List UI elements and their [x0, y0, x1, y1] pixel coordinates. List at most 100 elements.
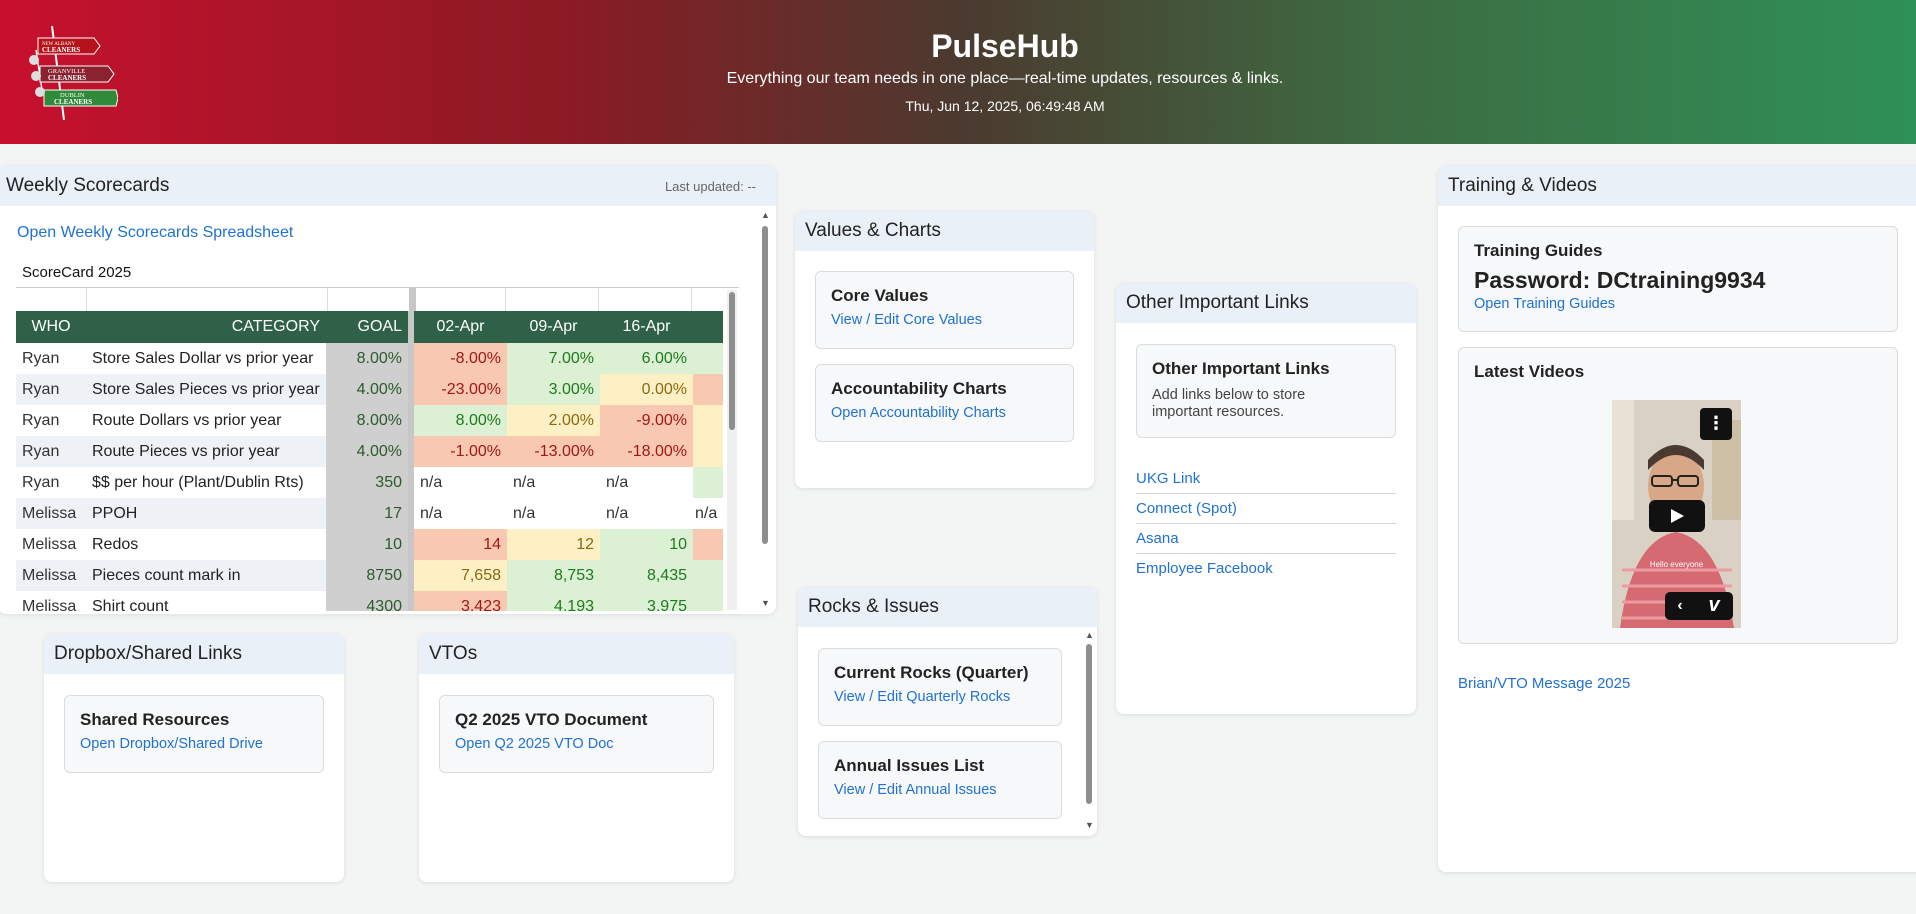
row-goal[interactable]: 4300 — [326, 591, 408, 611]
row-category[interactable]: PPOH — [86, 498, 326, 529]
row-week-2[interactable]: 12 — [507, 529, 600, 560]
row-week-4[interactable] — [693, 467, 723, 498]
row-who[interactable]: Ryan — [16, 374, 86, 405]
col-header-goal: GOAL — [326, 311, 408, 343]
rocks-v-scrollbar[interactable]: ▲ ▼ — [1084, 630, 1094, 832]
training-guides-link[interactable]: Open Training Guides — [1474, 296, 1882, 312]
row-week-3[interactable]: 6.00% — [600, 343, 693, 374]
row-week-3[interactable]: n/a — [600, 498, 693, 529]
open-scorecards-link[interactable]: Open Weekly Scorecards Spreadsheet — [17, 224, 293, 242]
row-week-4[interactable] — [693, 343, 723, 374]
chevron-left-icon[interactable]: ‹ — [1665, 592, 1695, 620]
brian-vto-message-link[interactable]: Brian/VTO Message 2025 — [1458, 675, 1630, 692]
video-player[interactable]: ⋮ Hello everyone ‹ v — [1612, 400, 1741, 628]
scroll-thumb[interactable] — [729, 292, 735, 430]
row-goal[interactable]: 10 — [326, 529, 408, 560]
dropbox-link[interactable]: Open Dropbox/Shared Drive — [80, 736, 308, 752]
panel-header: Weekly Scorecards Last updated: -- — [0, 166, 776, 206]
row-who[interactable]: Melissa — [16, 591, 86, 611]
accountability-link[interactable]: Open Accountability Charts — [831, 405, 1058, 421]
row-week-3[interactable]: 10 — [600, 529, 693, 560]
row-week-4[interactable] — [693, 405, 723, 436]
row-week-1[interactable]: n/a — [414, 498, 507, 529]
scroll-up-arrow[interactable]: ▲ — [1085, 630, 1094, 640]
asana-link[interactable]: Asana — [1136, 524, 1396, 554]
row-who[interactable]: Ryan — [16, 467, 86, 498]
row-week-4[interactable] — [693, 374, 723, 405]
row-category[interactable]: Store Sales Dollar vs prior year — [86, 343, 326, 374]
row-week-3[interactable]: n/a — [600, 467, 693, 498]
row-week-2[interactable]: 4,193 — [507, 591, 600, 611]
row-category[interactable]: Pieces count mark in — [86, 560, 326, 591]
row-week-3[interactable]: -9.00% — [600, 405, 693, 436]
video-menu-icon[interactable]: ⋮ — [1700, 408, 1732, 440]
sheet-grid-row — [16, 287, 739, 312]
row-category[interactable]: Route Pieces vs prior year — [86, 436, 326, 467]
row-who[interactable]: Melissa — [16, 560, 86, 591]
row-week-2[interactable]: n/a — [507, 498, 600, 529]
col-header-week-1: 02-Apr — [414, 311, 507, 343]
row-goal[interactable]: 4.00% — [326, 374, 408, 405]
play-icon — [1671, 509, 1684, 523]
row-who[interactable]: Ryan — [16, 343, 86, 374]
scroll-up-arrow[interactable]: ▲ — [761, 210, 770, 220]
row-goal[interactable]: 8.00% — [326, 343, 408, 374]
row-who[interactable]: Melissa — [16, 498, 86, 529]
issues-link[interactable]: View / Edit Annual Issues — [834, 782, 1046, 798]
row-goal[interactable]: 8750 — [326, 560, 408, 591]
scroll-down-arrow[interactable]: ▼ — [761, 598, 770, 608]
vto-doc-link[interactable]: Open Q2 2025 VTO Doc — [455, 736, 698, 752]
row-week-1[interactable]: 8.00% — [414, 405, 507, 436]
row-week-1[interactable]: -23.00% — [414, 374, 507, 405]
scorecard-h-scrollbar[interactable] — [727, 290, 737, 610]
row-week-4[interactable] — [693, 436, 723, 467]
row-category[interactable]: Redos — [86, 529, 326, 560]
row-week-1[interactable]: -8.00% — [414, 343, 507, 374]
table-row: Ryan Route Dollars vs prior year 8.00% 8.00… — [16, 405, 723, 436]
row-goal[interactable]: 4.00% — [326, 436, 408, 467]
row-goal[interactable]: 350 — [326, 467, 408, 498]
video-play-button[interactable] — [1649, 500, 1705, 532]
row-who[interactable]: Melissa — [16, 529, 86, 560]
row-week-3[interactable]: -18.00% — [600, 436, 693, 467]
table-row: Melissa Shirt count 4300 3,423 4,193 3,975 — [16, 591, 723, 611]
scorecard-table-viewport[interactable]: WHO CATEGORY GOAL 02-Apr 09-Apr 16-Apr R… — [16, 311, 723, 611]
row-category[interactable]: Route Dollars vs prior year — [86, 405, 326, 436]
scorecard-table: WHO CATEGORY GOAL 02-Apr 09-Apr 16-Apr R… — [16, 311, 723, 611]
connect-spot-link[interactable]: Connect (Spot) — [1136, 494, 1396, 524]
row-week-4[interactable]: n/a — [693, 498, 723, 529]
row-week-1[interactable]: 3,423 — [414, 591, 507, 611]
row-goal[interactable]: 17 — [326, 498, 408, 529]
row-week-1[interactable]: n/a — [414, 467, 507, 498]
row-week-2[interactable]: 3.00% — [507, 374, 600, 405]
row-week-3[interactable]: 0.00% — [600, 374, 693, 405]
scroll-thumb[interactable] — [762, 226, 768, 544]
row-who[interactable]: Ryan — [16, 405, 86, 436]
vimeo-icon[interactable]: v — [1695, 592, 1733, 620]
row-week-2[interactable]: n/a — [507, 467, 600, 498]
row-category[interactable]: $$ per hour (Plant/Dublin Rts) — [86, 467, 326, 498]
row-week-4[interactable] — [693, 591, 723, 611]
ukg-link[interactable]: UKG Link — [1136, 464, 1396, 494]
row-week-4[interactable] — [693, 560, 723, 591]
row-week-2[interactable]: 8,753 — [507, 560, 600, 591]
row-week-4[interactable] — [693, 529, 723, 560]
row-week-3[interactable]: 3,975 — [600, 591, 693, 611]
row-category[interactable]: Store Sales Pieces vs prior year — [86, 374, 326, 405]
core-values-link[interactable]: View / Edit Core Values — [831, 312, 1058, 328]
rocks-link[interactable]: View / Edit Quarterly Rocks — [834, 689, 1046, 705]
row-who[interactable]: Ryan — [16, 436, 86, 467]
row-week-1[interactable]: 14 — [414, 529, 507, 560]
row-goal[interactable]: 8.00% — [326, 405, 408, 436]
row-week-3[interactable]: 8,435 — [600, 560, 693, 591]
scroll-down-arrow[interactable]: ▼ — [1085, 820, 1094, 830]
row-week-1[interactable]: -1.00% — [414, 436, 507, 467]
row-week-1[interactable]: 7,658 — [414, 560, 507, 591]
scorecard-v-scrollbar[interactable]: ▲ ▼ — [760, 210, 770, 610]
scroll-thumb[interactable] — [1086, 644, 1092, 804]
employee-facebook-link[interactable]: Employee Facebook — [1136, 554, 1396, 583]
row-category[interactable]: Shirt count — [86, 591, 326, 612]
row-week-2[interactable]: 2.00% — [507, 405, 600, 436]
row-week-2[interactable]: -13.00% — [507, 436, 600, 467]
row-week-2[interactable]: 7.00% — [507, 343, 600, 374]
